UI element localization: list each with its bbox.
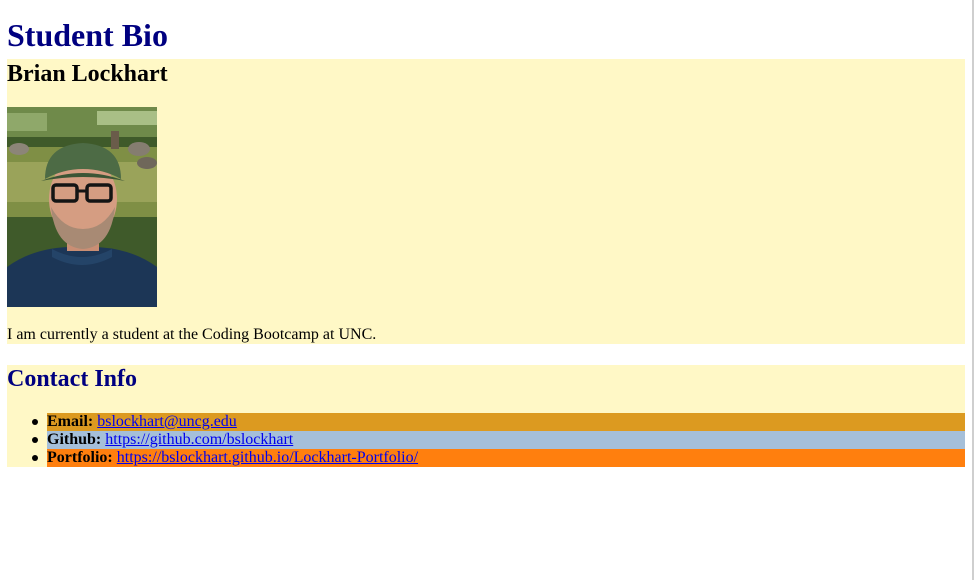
contact-list: Email: bslockhart@uncg.edu Github: https… — [7, 413, 965, 467]
portfolio-link[interactable]: https://bslockhart.github.io/Lockhart-Po… — [117, 449, 418, 466]
github-label: Github: — [47, 431, 106, 448]
github-link[interactable]: https://github.com/bslockhart — [105, 431, 293, 448]
contact-title: Contact Info — [7, 366, 137, 392]
page: Student Bio Brian Lockhart I am currentl… — [0, 0, 974, 467]
contact-item-portfolio: Portfolio: https://bslockhart.github.io/… — [32, 449, 965, 467]
bullet-icon — [32, 437, 38, 443]
page-title: Student Bio — [7, 17, 168, 53]
bio-section: Brian Lockhart I am currently a student … — [7, 59, 965, 344]
email-label: Email: — [47, 413, 98, 430]
email-link[interactable]: bslockhart@uncg.edu — [97, 413, 237, 430]
bullet-icon — [32, 419, 38, 425]
student-name: Brian Lockhart — [7, 61, 168, 87]
contact-item-github: Github: https://github.com/bslockhart — [32, 431, 965, 449]
contact-section: Contact Info Email: bslockhart@uncg.edu … — [7, 365, 965, 467]
bullet-icon — [32, 455, 38, 461]
bio-text: I am currently a student at the Coding B… — [7, 326, 377, 343]
portfolio-label: Portfolio: — [47, 449, 117, 466]
contact-item-email: Email: bslockhart@uncg.edu — [32, 413, 965, 431]
student-photo — [7, 107, 157, 307]
